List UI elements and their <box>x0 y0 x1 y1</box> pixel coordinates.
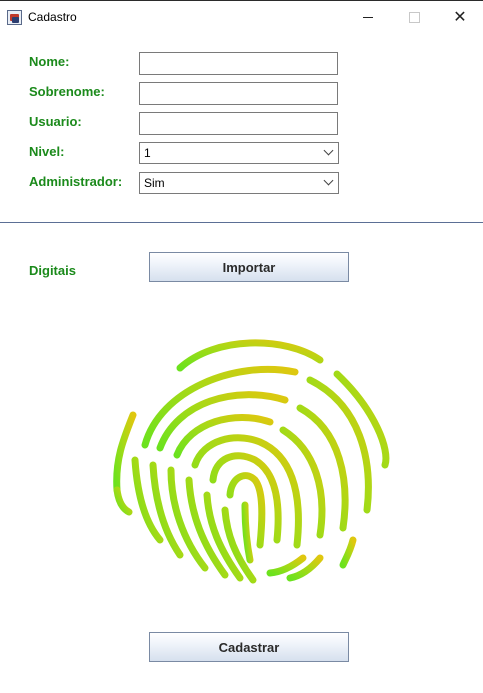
sobrenome-label: Sobrenome: <box>29 84 105 99</box>
title-bar: Cadastro ✕ <box>0 0 483 33</box>
nome-label: Nome: <box>29 54 70 69</box>
nome-field[interactable] <box>139 52 338 75</box>
nivel-select[interactable]: 1 <box>139 142 339 164</box>
nivel-selected-value: 1 <box>144 146 151 160</box>
cadastrar-button[interactable]: Cadastrar <box>149 632 349 662</box>
chevron-down-icon <box>323 175 334 186</box>
app-icon <box>7 10 22 25</box>
minimize-icon <box>363 16 373 18</box>
close-icon: ✕ <box>453 7 467 26</box>
digitais-label: Digitais <box>29 263 76 278</box>
sobrenome-field[interactable] <box>139 82 338 105</box>
usuario-label: Usuario: <box>29 114 82 129</box>
administrador-label: Administrador: <box>29 174 123 189</box>
section-separator <box>0 222 483 223</box>
window-title: Cadastro <box>28 10 77 24</box>
maximize-button[interactable] <box>391 1 437 33</box>
nivel-label: Nivel: <box>29 144 65 159</box>
minimize-button[interactable] <box>345 1 391 33</box>
importar-button[interactable]: Importar <box>149 252 349 282</box>
close-button[interactable]: ✕ <box>437 1 483 33</box>
usuario-field[interactable] <box>139 112 338 135</box>
fingerprint-icon <box>113 339 390 584</box>
chevron-down-icon <box>323 145 334 156</box>
administrador-select[interactable]: Sim <box>139 172 339 194</box>
administrador-selected-value: Sim <box>144 176 165 190</box>
maximize-icon <box>408 11 420 23</box>
